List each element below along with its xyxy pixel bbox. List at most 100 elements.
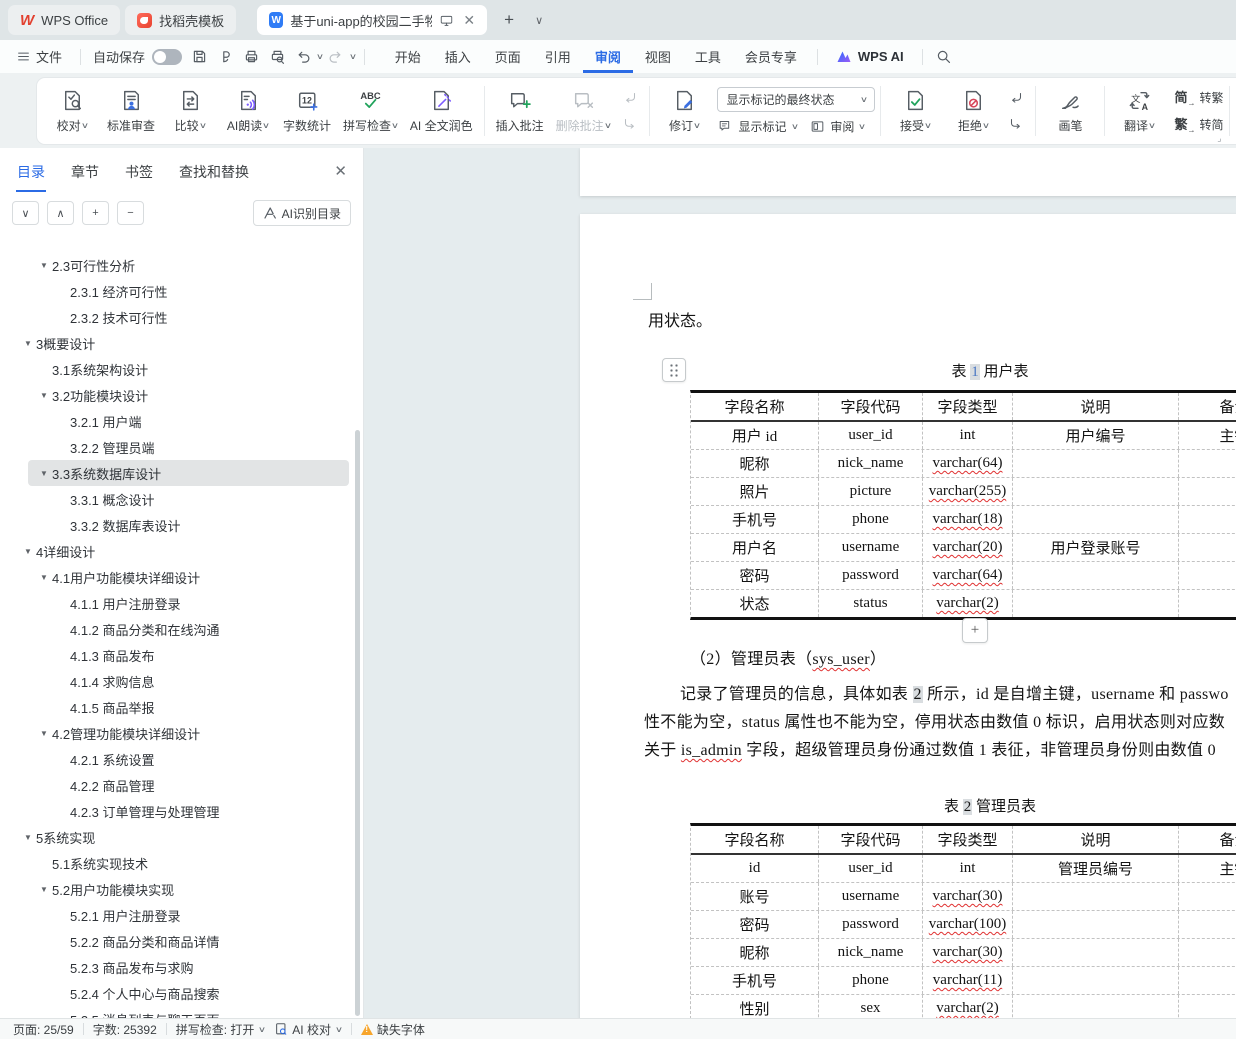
accept-button[interactable]: 接受 ∨ bbox=[886, 83, 944, 139]
toc-item[interactable]: ▼ 4.1.5 商品举报 bbox=[0, 694, 353, 720]
traditional-to-simplified-button[interactable]: 繁→ 转简 bbox=[1174, 114, 1223, 135]
markup-state-select[interactable]: 显示标记的最终状态 ∨ bbox=[717, 87, 876, 112]
menu-item-page[interactable]: 页面 bbox=[483, 40, 533, 73]
prev-change-button[interactable] bbox=[1004, 87, 1028, 109]
print-button[interactable] bbox=[238, 45, 264, 69]
autosave-toggle[interactable] bbox=[152, 48, 183, 65]
sidebar-tab-contents[interactable]: 目录 bbox=[16, 150, 46, 192]
save-button[interactable] bbox=[186, 45, 212, 69]
toc-item[interactable]: ▼ 3.2功能模块设计 bbox=[0, 382, 353, 408]
ai-outline-button[interactable]: AI识别目录 bbox=[252, 200, 351, 226]
search-button[interactable] bbox=[931, 45, 957, 69]
delete-comment-button[interactable]: 删除批注 ∨ bbox=[550, 83, 617, 139]
caret-down-icon[interactable]: ▼ bbox=[36, 391, 52, 400]
toc-item[interactable]: ▼ 4.1.2 商品分类和在线沟通 bbox=[0, 616, 353, 642]
wps-ai-button[interactable]: WPS AI bbox=[826, 49, 914, 65]
caret-down-icon[interactable]: ▼ bbox=[36, 469, 52, 478]
toc-item[interactable]: ▼ 2.3可行性分析 bbox=[0, 252, 353, 278]
toc-next-button[interactable]: ∨ bbox=[12, 201, 39, 225]
redo-button[interactable] bbox=[323, 45, 349, 69]
sidebar-scrollbar[interactable] bbox=[355, 430, 360, 1016]
toc-item[interactable]: ▼ 3.2.1 用户端 bbox=[0, 408, 353, 434]
caret-down-icon[interactable]: ▼ bbox=[36, 261, 52, 270]
caret-down-icon[interactable]: ▼ bbox=[36, 729, 52, 738]
toc-item[interactable]: ▼ 3.3系统数据库设计 bbox=[0, 460, 353, 486]
menu-item-home[interactable]: 开始 bbox=[383, 40, 433, 73]
word-count-button[interactable]: 12 字数统计 bbox=[277, 83, 337, 139]
caret-down-icon[interactable]: ▼ bbox=[20, 833, 36, 842]
toc-item[interactable]: ▼ 4.2.3 订单管理与处理管理 bbox=[0, 798, 353, 824]
add-row-button[interactable]: + bbox=[962, 618, 988, 643]
insert-comment-button[interactable]: 插入批注 bbox=[490, 83, 550, 139]
next-comment-button[interactable] bbox=[618, 113, 642, 135]
menu-item-insert[interactable]: 插入 bbox=[433, 40, 483, 73]
ai-polish-button[interactable]: AI 全文润色 bbox=[404, 83, 479, 139]
chevron-down-icon[interactable]: ∨ bbox=[349, 52, 357, 61]
toc-item[interactable]: ▼ 4.1.3 商品发布 bbox=[0, 642, 353, 668]
pen-button[interactable]: 画笔 bbox=[1041, 83, 1099, 139]
toc-item[interactable]: ▼ 2.3.2 技术可行性 bbox=[0, 304, 353, 330]
show-markup-button[interactable]: 显示标记 ∨ bbox=[717, 118, 799, 135]
toc-item[interactable]: ▼ 3.1系统架构设计 bbox=[0, 356, 353, 382]
toc-item[interactable]: ▼ 4.1用户功能模块详细设计 bbox=[0, 564, 353, 590]
next-change-button[interactable] bbox=[1004, 113, 1028, 135]
reject-button[interactable]: 拒绝 ∨ bbox=[944, 83, 1002, 139]
print-preview-button[interactable] bbox=[264, 45, 290, 69]
caret-down-icon[interactable]: ▼ bbox=[36, 573, 52, 582]
toc-item[interactable]: ▼ 4.2.2 商品管理 bbox=[0, 772, 353, 798]
review-pane-button[interactable]: 审阅 ∨ bbox=[809, 118, 866, 135]
translate-button[interactable]: 文A 翻译 ∨ bbox=[1110, 83, 1168, 139]
spellcheck-status[interactable]: 拼写检查: 打开 ∨ bbox=[176, 1021, 267, 1038]
toc-item[interactable]: ▼ 2.3.1 经济可行性 bbox=[0, 278, 353, 304]
tab-wps-office[interactable]: W WPS Office bbox=[8, 5, 121, 35]
chevron-down-icon[interactable]: ∨ bbox=[316, 52, 324, 61]
close-icon[interactable]: ✕ bbox=[463, 12, 475, 29]
sidebar-tab-chapters[interactable]: 章节 bbox=[70, 150, 100, 192]
toc-item[interactable]: ▼ 5.2.2 商品分类和商品详情 bbox=[0, 928, 353, 954]
toc-item[interactable]: ▼ 4.2管理功能模块详细设计 bbox=[0, 720, 353, 746]
toc-prev-button[interactable]: ∧ bbox=[47, 201, 74, 225]
menu-item-review[interactable]: 审阅 bbox=[582, 40, 633, 73]
menu-item-reference[interactable]: 引用 bbox=[533, 40, 583, 73]
undo-button[interactable] bbox=[290, 45, 316, 69]
menu-item-view[interactable]: 视图 bbox=[633, 40, 683, 73]
track-changes-button[interactable]: 修订 ∨ bbox=[655, 83, 713, 139]
ai-read-button[interactable]: AI朗读 ∨ bbox=[219, 83, 277, 139]
caret-down-icon[interactable]: ▼ bbox=[20, 547, 36, 556]
toc-item[interactable]: ▼ 3.3.2 数据库表设计 bbox=[0, 512, 353, 538]
toc-item[interactable]: ▼ 5.2.3 商品发布与求购 bbox=[0, 954, 353, 980]
new-tab-button[interactable]: + bbox=[496, 7, 522, 33]
caret-down-icon[interactable]: ▼ bbox=[20, 339, 36, 348]
monitor-icon[interactable] bbox=[439, 13, 454, 28]
toc-item[interactable]: ▼ 5.2.1 用户注册登录 bbox=[0, 902, 353, 928]
proofread-button[interactable]: 校对 ∨ bbox=[43, 83, 101, 139]
page-indicator[interactable]: 页面: 25/59 bbox=[13, 1021, 74, 1038]
prev-comment-button[interactable] bbox=[618, 87, 642, 109]
toc-item[interactable]: ▼ 3.2.2 管理员端 bbox=[0, 434, 353, 460]
tab-docer-templates[interactable]: 找稻壳模板 bbox=[125, 5, 237, 35]
toc-item[interactable]: ▼ 4.2.1 系统设置 bbox=[0, 746, 353, 772]
export-pdf-button[interactable] bbox=[212, 45, 238, 69]
toc-item[interactable]: ▼ 5系统实现 bbox=[0, 824, 353, 850]
toc-expand-button[interactable]: + bbox=[82, 201, 109, 225]
toc-item[interactable]: ▼ 4.1.4 求购信息 bbox=[0, 668, 353, 694]
caret-down-icon[interactable]: ▼ bbox=[36, 885, 52, 894]
toc-item[interactable]: ▼ 5.2.4 个人中心与商品搜索 bbox=[0, 980, 353, 1006]
toc-item[interactable]: ▼ 5.1系统实现技术 bbox=[0, 850, 353, 876]
menu-item-tools[interactable]: 工具 bbox=[683, 40, 733, 73]
tab-list-button[interactable]: ∨ bbox=[526, 7, 552, 33]
menu-item-membership[interactable]: 会员专享 bbox=[733, 40, 809, 73]
missing-font-warning[interactable]: 缺失字体 bbox=[360, 1021, 425, 1038]
drag-handle-icon[interactable] bbox=[662, 358, 686, 382]
toc-item[interactable]: ▼ 5.2用户功能模块实现 bbox=[0, 876, 353, 902]
toc-item[interactable]: ▼ 5.2.5 消息列表与聊天页面 bbox=[0, 1006, 353, 1019]
simplified-to-traditional-button[interactable]: 简→ 转繁 bbox=[1174, 87, 1223, 108]
ai-proofread-status[interactable]: AI 校对 ∨ bbox=[274, 1021, 343, 1038]
compare-button[interactable]: 比较 ∨ bbox=[161, 83, 219, 139]
toc-item[interactable]: ▼ 4.1.1 用户注册登录 bbox=[0, 590, 353, 616]
file-menu-button[interactable]: 文件 bbox=[0, 47, 72, 66]
sidebar-tab-find-replace[interactable]: 查找和替换 bbox=[178, 150, 250, 192]
spell-check-button[interactable]: ABC 拼写检查 ∨ bbox=[337, 83, 404, 139]
dialog-launcher-icon[interactable]: ⌟ bbox=[1217, 133, 1221, 144]
tab-document-active[interactable]: W 基于uni-app的校园二手物品 ✕ bbox=[257, 5, 488, 35]
